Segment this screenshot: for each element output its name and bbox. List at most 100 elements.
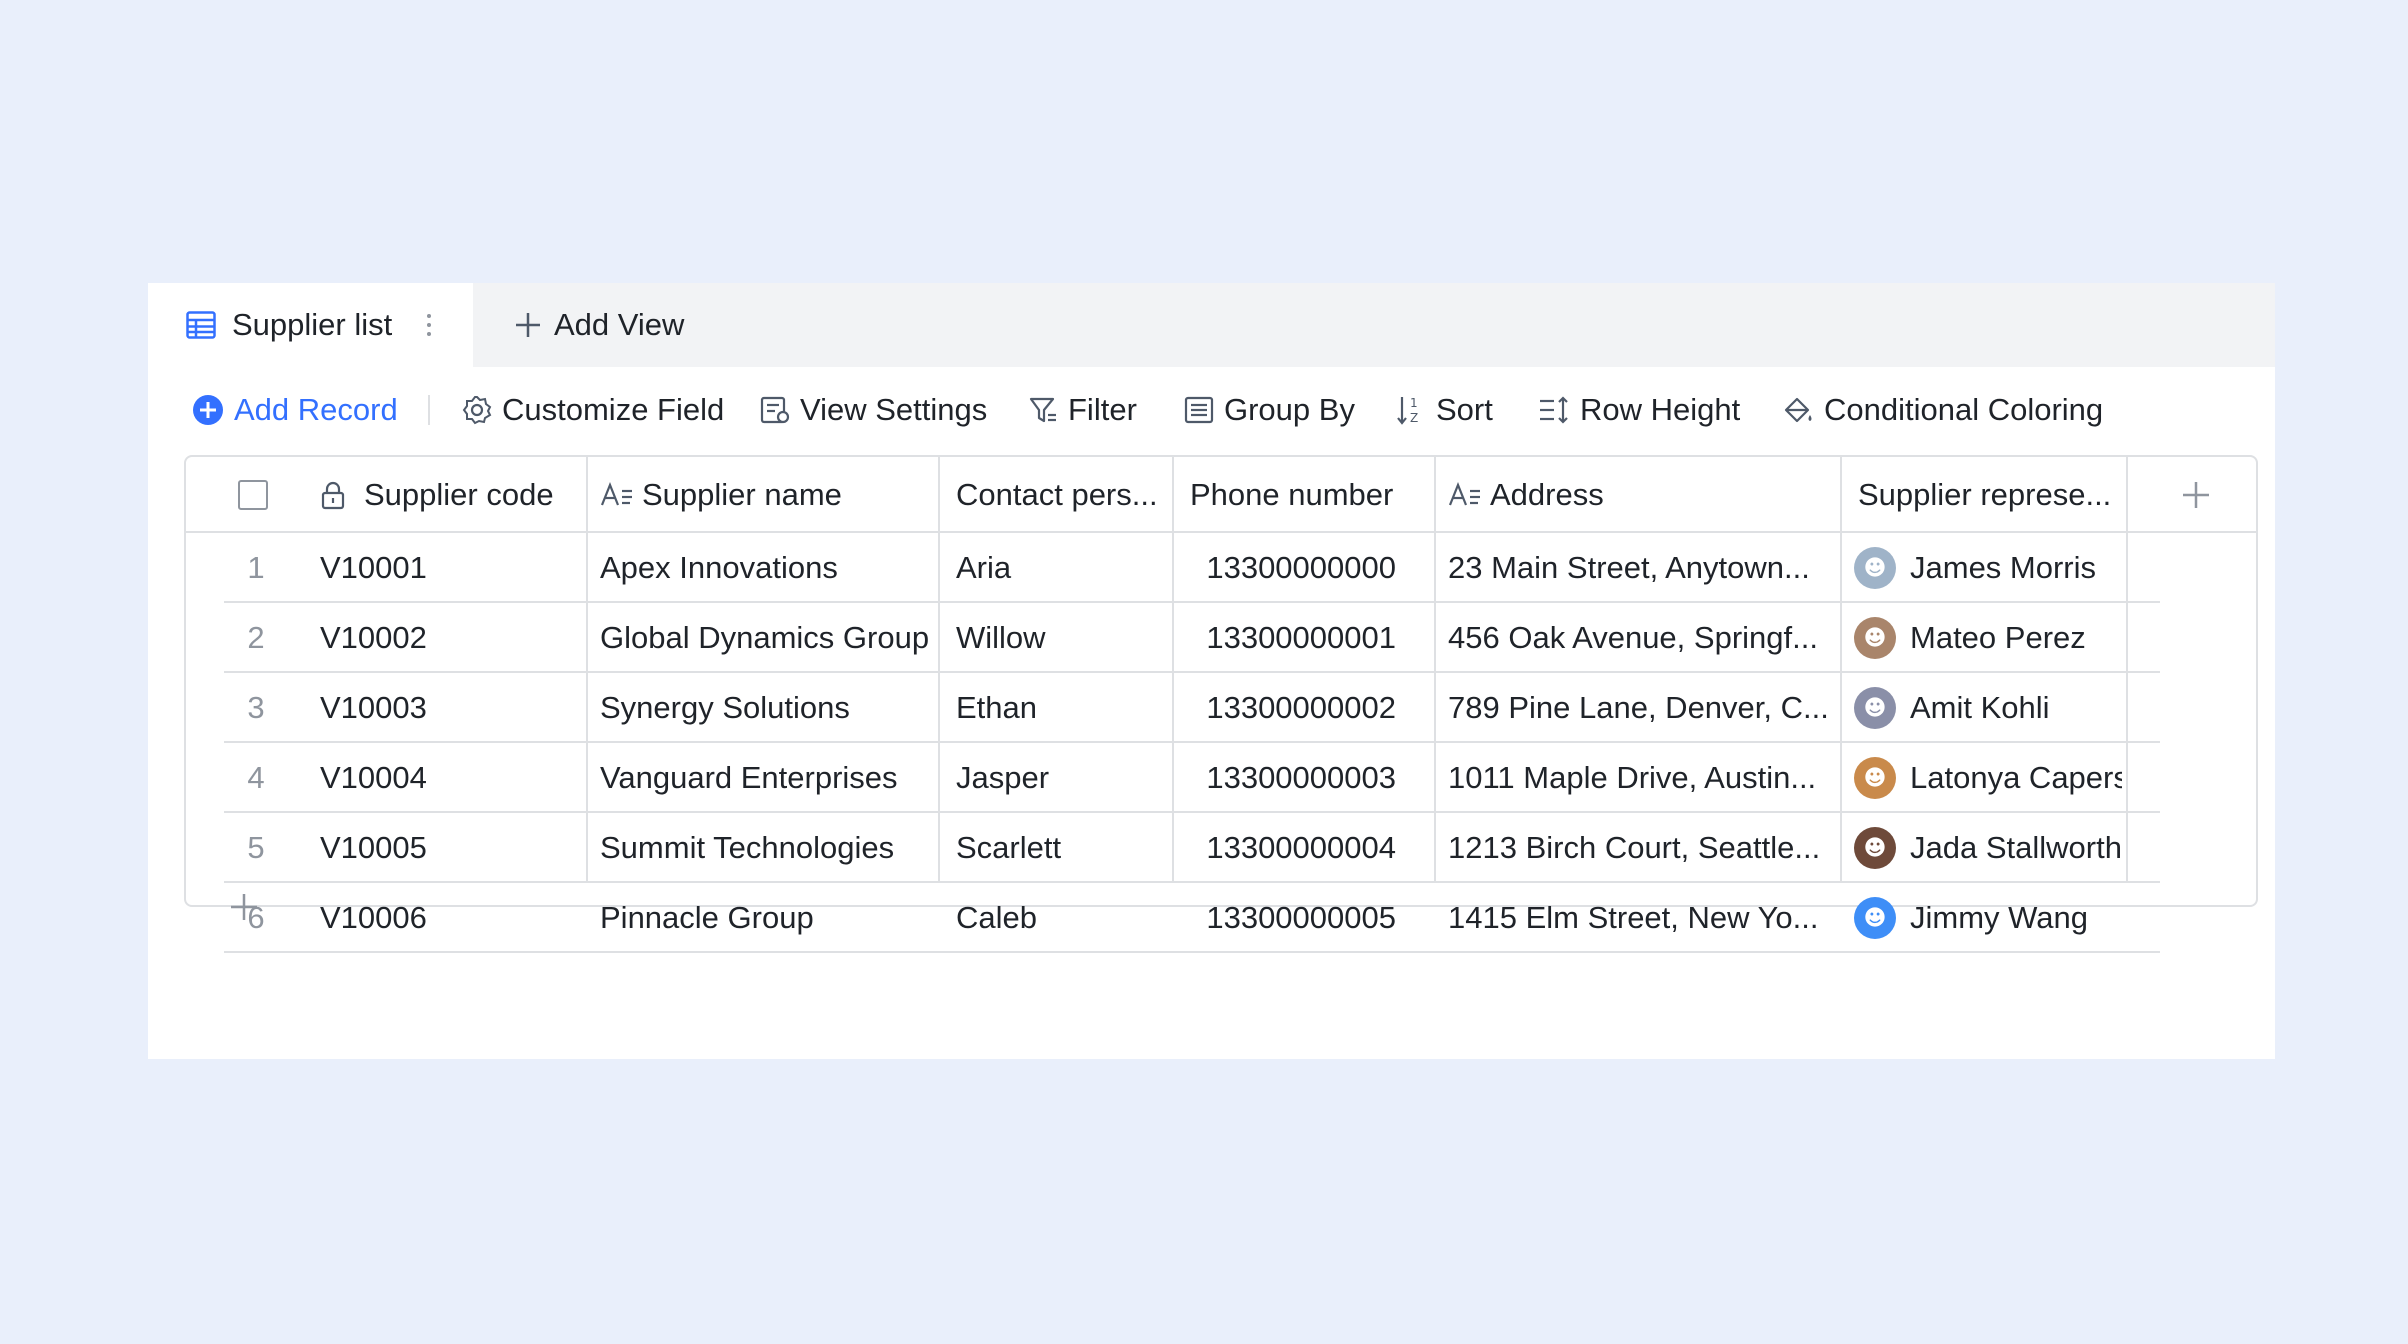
cell-contact-person[interactable]: Aria xyxy=(956,533,1166,603)
cell-phone-number[interactable]: 13300000000 xyxy=(1174,533,1396,603)
cell-supplier-name[interactable]: Pinnacle Group xyxy=(600,883,940,953)
sort-label: Sort xyxy=(1436,392,1493,427)
group-by-label: Group By xyxy=(1224,392,1355,427)
add-circle-icon xyxy=(192,394,224,426)
table-row[interactable]: 5 V10005 Summit Technologies Scarlett 13… xyxy=(224,813,2160,883)
column-header-address[interactable]: Address xyxy=(1448,457,1828,533)
column-divider xyxy=(938,457,940,533)
cell-supplier-code[interactable]: V10004 xyxy=(320,743,580,813)
add-column-button[interactable] xyxy=(2176,457,2216,533)
cell-address[interactable]: 1415 Elm Street, New Yo... xyxy=(1448,883,1838,953)
table-row[interactable]: 4 V10004 Vanguard Enterprises Jasper 133… xyxy=(224,743,2160,813)
cell-supplier-rep[interactable]: ☻ Amit Kohli xyxy=(1854,673,2122,743)
cell-phone-number[interactable]: 13300000004 xyxy=(1174,813,1396,883)
avatar: ☻ xyxy=(1854,757,1896,799)
cell-supplier-name[interactable]: Global Dynamics Group xyxy=(600,603,940,673)
view-settings-button[interactable]: View Settings xyxy=(760,367,987,453)
cell-supplier-code[interactable]: V10006 xyxy=(320,883,580,953)
conditional-coloring-button[interactable]: Conditional Coloring xyxy=(1782,367,2103,453)
sort-icon: 1Z xyxy=(1396,394,1426,426)
table-row[interactable]: 6 V10006 Pinnacle Group Caleb 1330000000… xyxy=(224,883,2160,953)
view-settings-label: View Settings xyxy=(800,392,988,427)
grid-table-icon xyxy=(186,311,216,339)
avatar: ☻ xyxy=(1854,897,1896,939)
cell-supplier-code[interactable]: V10003 xyxy=(320,673,580,743)
avatar: ☻ xyxy=(1854,827,1896,869)
cell-address[interactable]: 23 Main Street, Anytown... xyxy=(1448,533,1838,603)
column-header-contact-person[interactable]: Contact pers... xyxy=(956,457,1172,533)
toolbar: Add Record Customize Field View Settings… xyxy=(148,367,2275,453)
add-view-button[interactable]: Add View xyxy=(514,283,684,367)
cell-supplier-rep[interactable]: ☻ Jada Stallworth xyxy=(1854,813,2122,883)
select-all-checkbox[interactable] xyxy=(238,457,268,533)
cell-contact-person[interactable]: Caleb xyxy=(956,883,1166,953)
header-row: Supplier code Supplier name Contact pers… xyxy=(186,457,2256,533)
cell-supplier-code[interactable]: V10005 xyxy=(320,813,580,883)
cell-address[interactable]: 789 Pine Lane, Denver, C... xyxy=(1448,673,1838,743)
cell-supplier-rep[interactable]: ☻ James Morris xyxy=(1854,533,2122,603)
cell-supplier-name[interactable]: Summit Technologies xyxy=(600,813,940,883)
column-header-supplier-rep[interactable]: Supplier represe... xyxy=(1858,457,2128,533)
row-number: 2 xyxy=(247,620,265,655)
column-label: Contact pers... xyxy=(956,477,1158,512)
cell-contact-person[interactable]: Willow xyxy=(956,603,1166,673)
cell-phone-number[interactable]: 13300000002 xyxy=(1174,673,1396,743)
cell-address[interactable]: 456 Oak Avenue, Springf... xyxy=(1448,603,1838,673)
cell-phone-number[interactable]: 13300000003 xyxy=(1174,743,1396,813)
add-row-button[interactable] xyxy=(224,887,264,927)
sort-button[interactable]: 1Z Sort xyxy=(1396,367,1493,453)
row-number: 1 xyxy=(247,550,265,585)
cell-supplier-code[interactable]: V10001 xyxy=(320,533,580,603)
filter-label: Filter xyxy=(1068,392,1137,427)
cell-supplier-code[interactable]: V10002 xyxy=(320,603,580,673)
cell-supplier-name[interactable]: Synergy Solutions xyxy=(600,673,940,743)
column-label: Phone number xyxy=(1190,477,1394,512)
customize-field-button[interactable]: Customize Field xyxy=(462,367,724,453)
text-field-icon xyxy=(1448,481,1482,509)
tab-more-icon[interactable] xyxy=(422,305,436,345)
cell-supplier-rep[interactable]: ☻ Latonya Capers xyxy=(1854,743,2122,813)
group-by-button[interactable]: Group By xyxy=(1184,367,1355,453)
column-header-supplier-name[interactable]: Supplier name xyxy=(600,457,936,533)
table-row[interactable]: 3 V10003 Synergy Solutions Ethan 1330000… xyxy=(224,673,2160,743)
row-height-button[interactable]: Row Height xyxy=(1538,367,1740,453)
rep-name: Mateo Perez xyxy=(1910,620,2086,655)
filter-button[interactable]: Filter xyxy=(1028,367,1137,453)
column-header-supplier-code[interactable]: Supplier code xyxy=(320,457,570,533)
column-divider xyxy=(1172,457,1174,533)
cell-address[interactable]: 1011 Maple Drive, Austin... xyxy=(1448,743,1838,813)
rep-name: Jada Stallworth xyxy=(1910,830,2122,865)
avatar: ☻ xyxy=(1854,617,1896,659)
column-divider xyxy=(1434,457,1436,533)
cell-supplier-rep[interactable]: ☻ Mateo Perez xyxy=(1854,603,2122,673)
avatar: ☻ xyxy=(1854,547,1896,589)
cell-phone-number[interactable]: 13300000005 xyxy=(1174,883,1396,953)
cell-supplier-name[interactable]: Apex Innovations xyxy=(600,533,940,603)
avatar: ☻ xyxy=(1854,687,1896,729)
column-divider xyxy=(1840,457,1842,533)
tab-supplier-list[interactable]: Supplier list xyxy=(148,283,473,367)
rep-name: Jimmy Wang xyxy=(1910,900,2088,935)
column-divider xyxy=(586,457,588,533)
cell-phone-number[interactable]: 13300000001 xyxy=(1174,603,1396,673)
text-field-icon xyxy=(600,481,634,509)
cell-supplier-name[interactable]: Vanguard Enterprises xyxy=(600,743,940,813)
table-row[interactable]: 2 V10002 Global Dynamics Group Willow 13… xyxy=(224,603,2160,673)
add-record-button[interactable]: Add Record xyxy=(192,367,398,453)
cell-supplier-rep[interactable]: ☻ Jimmy Wang xyxy=(1854,883,2122,953)
cell-address[interactable]: 1213 Birch Court, Seattle... xyxy=(1448,813,1838,883)
row-height-icon xyxy=(1538,395,1570,425)
column-label: Supplier code xyxy=(364,477,554,512)
column-label: Address xyxy=(1490,477,1604,512)
cell-contact-person[interactable]: Ethan xyxy=(956,673,1166,743)
cell-contact-person[interactable]: Jasper xyxy=(956,743,1166,813)
table-row[interactable]: 1 V10001 Apex Innovations Aria 133000000… xyxy=(224,533,2160,603)
paint-bucket-icon xyxy=(1782,395,1814,425)
toolbar-divider xyxy=(428,395,430,425)
cell-contact-person[interactable]: Scarlett xyxy=(956,813,1166,883)
column-label: Supplier name xyxy=(642,477,842,512)
gear-icon xyxy=(462,395,492,425)
plus-icon xyxy=(229,892,259,922)
column-header-phone-number[interactable]: Phone number xyxy=(1190,457,1430,533)
column-divider xyxy=(2126,457,2128,533)
